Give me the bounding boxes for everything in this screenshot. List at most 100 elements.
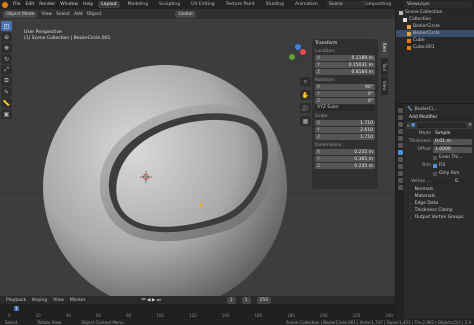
grid-icon[interactable]: ▦: [300, 116, 311, 126]
mode-dropdown[interactable]: Object Mode: [3, 10, 38, 18]
menu-help[interactable]: Help: [83, 2, 93, 7]
section-normals[interactable]: › Normals: [407, 186, 472, 193]
vertex-group-field[interactable]: [433, 178, 451, 185]
menu-file[interactable]: File: [13, 2, 21, 7]
tab-sculpting[interactable]: Sculpting: [156, 1, 183, 8]
offset-field[interactable]: 1.0000: [433, 146, 472, 153]
chevron-down-icon[interactable]: ▾: [407, 123, 409, 128]
pan-icon[interactable]: ✋: [300, 90, 311, 100]
view-layer-selector[interactable]: ViewLayer: [404, 1, 472, 8]
rotation-mode-dropdown[interactable]: XYZ Euler: [315, 105, 375, 111]
section-edge-data[interactable]: › Edge Data: [407, 200, 472, 207]
end-frame-field[interactable]: 250: [256, 296, 272, 304]
tab-shading[interactable]: Shading: [263, 1, 287, 8]
rotation-y[interactable]: Y 0°: [315, 91, 375, 97]
gizmo-z-icon[interactable]: [295, 44, 301, 50]
scale-y[interactable]: Y 2.610: [315, 127, 375, 133]
outliner-row[interactable]: Cube.001: [396, 44, 474, 51]
rotate-icon[interactable]: ↻: [1, 54, 12, 64]
navigation-gizmo[interactable]: [284, 43, 310, 69]
scene-selector[interactable]: Scene: [326, 1, 364, 8]
tab-item[interactable]: Item: [381, 39, 388, 57]
fill-checkbox[interactable]: [433, 163, 437, 168]
tab-tool[interactable]: Tool: [381, 58, 388, 76]
location-z[interactable]: Z 0.8184 m: [315, 69, 375, 75]
annotate-icon[interactable]: ✎: [1, 87, 12, 97]
start-frame-field[interactable]: 1: [241, 296, 251, 304]
tab-view[interactable]: View: [381, 77, 388, 95]
current-frame-field[interactable]: 1: [226, 296, 236, 304]
modifier-name-field[interactable]: [417, 123, 467, 128]
rotation-x[interactable]: X 90°: [315, 84, 375, 90]
playhead[interactable]: 1: [14, 306, 19, 311]
add-modifier-button[interactable]: Add Modifier: [407, 114, 472, 121]
menu-view[interactable]: View: [41, 12, 52, 17]
tab-layout[interactable]: Layout: [98, 1, 120, 8]
modifier-header[interactable]: ▾ ■ ✕: [407, 122, 472, 129]
constraints-tab-icon[interactable]: [397, 171, 403, 176]
camera-icon[interactable]: 🎥: [300, 103, 311, 113]
section-output-vertex-groups[interactable]: › Output Vertex Groups: [407, 214, 472, 221]
scale-x[interactable]: X 1.710: [315, 120, 375, 126]
transform-icon[interactable]: ⧉: [1, 76, 12, 86]
close-icon[interactable]: ✕: [468, 123, 472, 128]
mode-dropdown[interactable]: Simple: [433, 130, 472, 137]
menu-select[interactable]: Select: [56, 12, 70, 17]
dimension-y[interactable]: Y 0.365 m: [315, 156, 375, 162]
location-x[interactable]: X 0.2189 m: [315, 55, 375, 61]
measure-icon[interactable]: 📏: [1, 98, 12, 108]
outliner-row[interactable]: Cube: [396, 37, 474, 44]
render-tab-icon[interactable]: [397, 115, 403, 120]
menu-window[interactable]: Window: [60, 2, 78, 7]
add-cube-icon[interactable]: ▣: [1, 109, 12, 119]
thickness-field[interactable]: 0.01 m: [433, 138, 472, 145]
menu-add[interactable]: Add: [74, 12, 83, 17]
only-rim-checkbox[interactable]: [433, 171, 437, 176]
scale-icon[interactable]: ⤢: [1, 65, 12, 75]
blender-logo-icon[interactable]: [2, 1, 8, 8]
scene-tab-icon[interactable]: [397, 129, 403, 134]
outliner-row[interactable]: Collection: [396, 16, 474, 23]
cursor-select-icon[interactable]: ◰: [1, 21, 12, 31]
dimension-x[interactable]: X 0.235 m: [315, 149, 375, 155]
section-materials[interactable]: › Materials: [407, 193, 472, 200]
scale-z[interactable]: Z 1.710: [315, 134, 375, 140]
world-tab-icon[interactable]: [397, 136, 403, 141]
outliner-row[interactable]: BezierCircle: [396, 23, 474, 30]
location-y[interactable]: Y 0.15031 m: [315, 62, 375, 68]
timeline-menu-view[interactable]: View: [53, 298, 64, 303]
data-tab-icon[interactable]: [397, 178, 403, 183]
output-tab-icon[interactable]: [397, 122, 403, 127]
gizmo-x-icon[interactable]: [300, 49, 306, 55]
3d-viewport[interactable]: Object Mode View Select Add Object Globa…: [0, 9, 395, 320]
dimension-z[interactable]: Z 0.235 m: [315, 163, 375, 169]
rotation-z[interactable]: Z 0°: [315, 98, 375, 104]
tab-modeling[interactable]: Modeling: [125, 1, 151, 8]
gizmo-y-icon[interactable]: [289, 54, 295, 60]
particles-tab-icon[interactable]: [397, 157, 403, 162]
menu-render[interactable]: Render: [39, 2, 55, 7]
timeline-menu-keying[interactable]: Keying: [32, 298, 47, 303]
material-tab-icon[interactable]: [397, 185, 403, 190]
object-tab-icon[interactable]: [397, 143, 403, 148]
outliner-row[interactable]: Scene Collection: [396, 9, 474, 16]
timeline-menu-marker[interactable]: Marker: [70, 298, 86, 303]
modifier-tab-icon[interactable]: [397, 150, 403, 155]
tool-tab-icon[interactable]: [397, 108, 403, 113]
physics-tab-icon[interactable]: [397, 164, 403, 169]
move-icon[interactable]: ✥: [1, 43, 12, 53]
playback-controls[interactable]: ⏮ ◀ ▶ ⏭: [141, 297, 160, 303]
menu-edit[interactable]: Edit: [26, 2, 35, 7]
section-thickness-clamp[interactable]: › Thickness Clamp: [407, 207, 472, 214]
timeline-menu-playback[interactable]: Playback: [6, 298, 26, 303]
tab-texture-paint[interactable]: Texture Paint: [223, 1, 258, 8]
menu-object[interactable]: Object: [87, 12, 102, 17]
timeline-body[interactable]: 1 0 20 40 60 80 100 120 140 160 180 200 …: [0, 304, 395, 320]
tab-uv-editing[interactable]: UV Editing: [188, 1, 217, 8]
tab-compositing[interactable]: Compositing: [360, 1, 394, 8]
zoom-icon[interactable]: ⌕: [300, 77, 311, 87]
factor-field[interactable]: 0.: [453, 178, 465, 185]
tab-animation[interactable]: Animation: [292, 1, 321, 8]
outliner-row[interactable]: BezierCircle: [396, 30, 474, 37]
even-thickness-checkbox[interactable]: [433, 155, 437, 160]
